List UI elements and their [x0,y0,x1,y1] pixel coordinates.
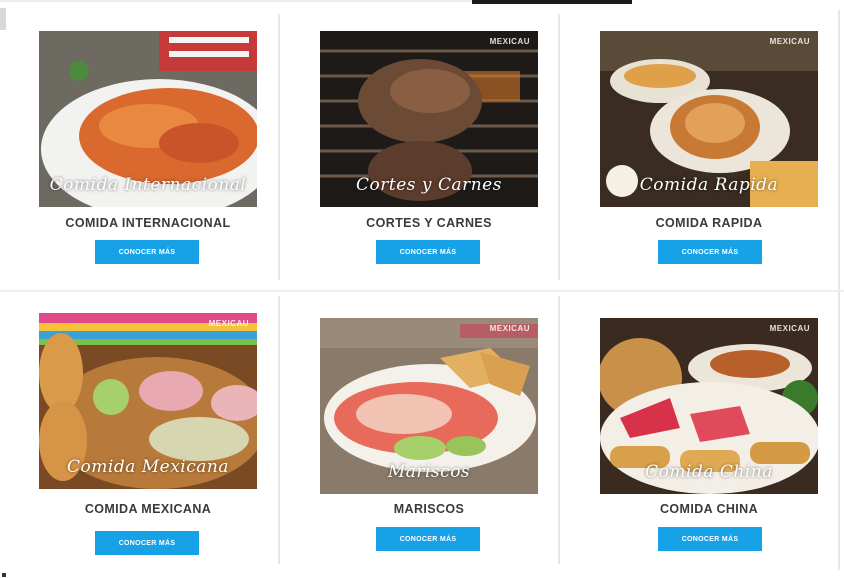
column-divider [558,14,560,280]
photo-caption: Cortes y Carnes [356,175,502,195]
category-photo[interactable]: MEXICAU Comida Mexicana [39,313,257,489]
conocer-mas-button[interactable]: CONOCER MÁS [376,527,480,551]
conocer-mas-button[interactable]: CONOCER MÁS [658,240,762,264]
brand-watermark: MEXICAU [769,324,810,333]
column-divider [278,14,280,280]
conocer-mas-button[interactable]: CONOCER MÁS [376,240,480,264]
photo-caption: Comida Rapida [639,175,779,195]
category-title[interactable]: COMIDA INTERNACIONAL [39,216,257,230]
category-photo[interactable]: MEXICAU Cortes y Carnes [320,31,538,207]
row-divider [0,290,844,292]
corner-marker [2,573,6,577]
category-photo[interactable]: MEXICAU Comida China [600,318,818,494]
category-title[interactable]: COMIDA CHINA [600,502,818,516]
category-grid: Comida Internacional COMIDA INTERNACIONA… [0,0,844,578]
conocer-mas-button[interactable]: CONOCER MÁS [95,531,199,555]
category-photo[interactable]: MEXICAU Mariscos [320,318,538,494]
brand-watermark: MEXICAU [489,37,530,46]
brand-watermark: MEXICAU [208,319,249,328]
conocer-mas-button[interactable]: CONOCER MÁS [95,240,199,264]
photo-caption: Comida China [645,462,773,482]
conocer-mas-button[interactable]: CONOCER MÁS [658,527,762,551]
photo-caption: Mariscos [387,462,471,482]
category-title[interactable]: CORTES Y CARNES [320,216,538,230]
category-title[interactable]: COMIDA MEXICANA [39,502,257,516]
column-divider [278,296,280,564]
column-divider [558,296,560,564]
category-title[interactable]: COMIDA RAPIDA [600,216,818,230]
photo-caption: Comida Mexicana [67,457,229,477]
brand-watermark: MEXICAU [489,324,530,333]
category-title[interactable]: MARISCOS [320,502,538,516]
brand-watermark: MEXICAU [769,37,810,46]
category-photo[interactable]: MEXICAU Comida Rapida [600,31,818,207]
category-photo[interactable]: Comida Internacional [39,31,257,207]
photo-caption: Comida Internacional [49,175,247,195]
